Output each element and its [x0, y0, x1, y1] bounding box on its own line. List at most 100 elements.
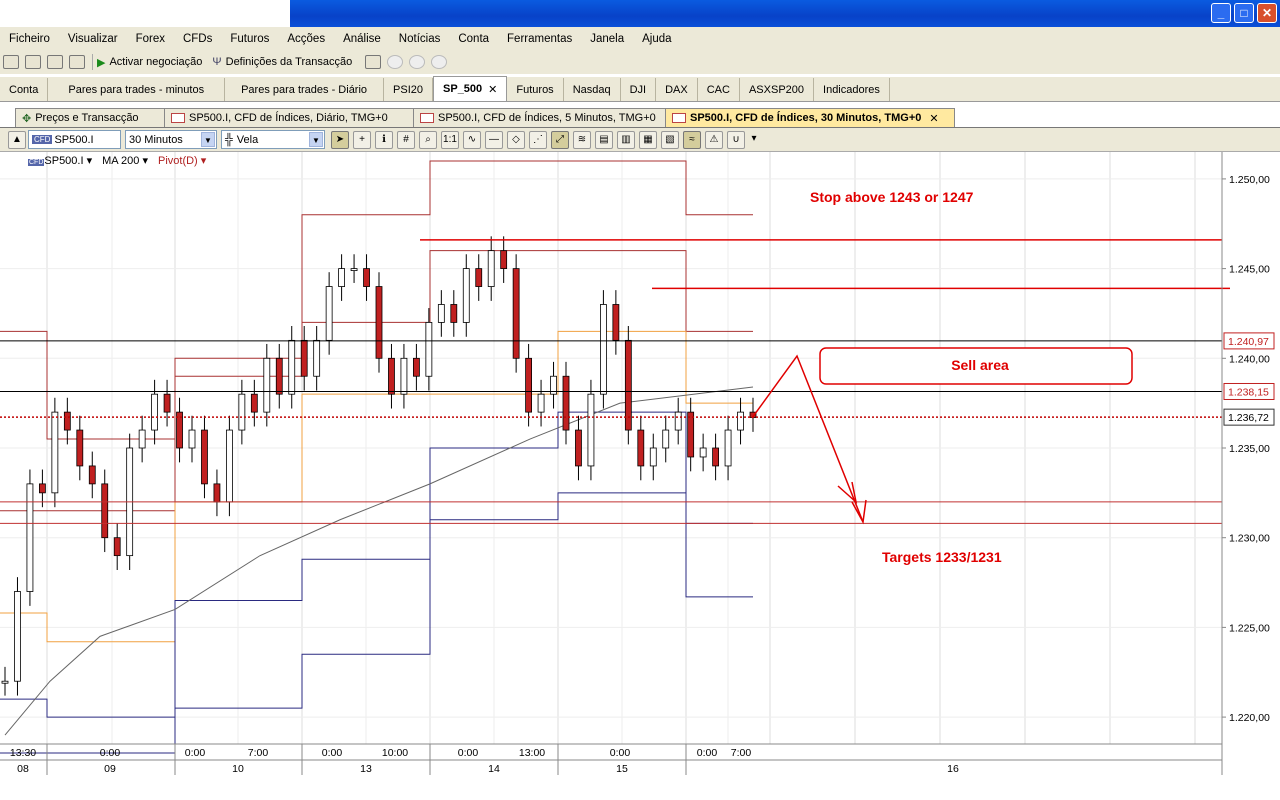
back-icon[interactable] — [387, 55, 404, 69]
tab-pares-diario[interactable]: Pares para trades - Diário — [225, 78, 385, 101]
candle-body — [14, 591, 21, 682]
menu-ferramentas[interactable]: Ferramentas — [498, 33, 581, 45]
ratio-icon[interactable]: 1:1 — [441, 130, 459, 149]
targets-annotation: Targets 1233/1231 — [882, 549, 1002, 565]
candle-body — [462, 268, 470, 323]
tab-conta[interactable]: Conta — [0, 78, 49, 101]
close-button[interactable]: ✕ — [1257, 3, 1277, 23]
legend-symbol[interactable]: CFDSP500.I ▾ — [28, 154, 92, 167]
y-tick-label: 1.225,00 — [1229, 622, 1270, 634]
legend-ma[interactable]: MA 200 ▾ — [102, 154, 148, 167]
eraser-icon[interactable]: ◇ — [507, 130, 525, 149]
grid-icon[interactable]: # — [397, 130, 415, 149]
candle-body — [388, 357, 395, 395]
menu-forex[interactable]: Forex — [127, 33, 174, 45]
menu-ficheiro[interactable]: Ficheiro — [0, 33, 59, 45]
chevron-down-icon: ▼ — [201, 132, 215, 147]
tab-psi20[interactable]: PSI20 — [384, 78, 434, 101]
menu-cfds[interactable]: CFDs — [174, 33, 221, 45]
print-icon[interactable] — [69, 55, 85, 69]
tab-futuros[interactable]: Futuros — [507, 78, 564, 101]
template3-icon[interactable]: ▦ — [639, 130, 657, 149]
open-folder-icon[interactable] — [3, 55, 19, 69]
activate-trading-button[interactable]: ▶ Activar negociação — [97, 56, 202, 69]
tab-dji[interactable]: DJI — [621, 78, 657, 101]
collapse-up-icon[interactable]: ▲ — [8, 130, 26, 149]
symbol-field[interactable]: CFD SP500.I — [28, 130, 121, 149]
info-icon[interactable]: ℹ — [375, 130, 393, 149]
play-icon: ▶ — [97, 56, 106, 69]
menu-conta[interactable]: Conta — [449, 33, 498, 45]
check-icon[interactable] — [365, 55, 382, 69]
chart-tab-5min[interactable]: SP500.I, CFD de Índices, 5 Minutos, TMG+… — [413, 108, 666, 127]
candle-body — [512, 268, 520, 359]
transaction-settings-button[interactable]: Ψ Definições da Transacção — [212, 56, 352, 68]
date-label: 08 — [17, 763, 29, 775]
menu-ajuda[interactable]: Ajuda — [633, 33, 680, 45]
menu-accoes[interactable]: Acções — [278, 33, 334, 45]
time-label: 7:00 — [731, 747, 752, 759]
tab-sp500[interactable]: SP_500 ✕ — [433, 76, 508, 101]
candle-body — [288, 339, 296, 395]
tab-pares-minutos[interactable]: Pares para trades - minutos — [48, 78, 226, 101]
status-bar — [0, 776, 1280, 800]
chart-icon — [672, 113, 686, 123]
fib-icon[interactable]: ≋ — [573, 130, 591, 149]
menu-visualizar[interactable]: Visualizar — [59, 33, 127, 45]
chart-tab-precos[interactable]: ✥ Preços e Transacção — [15, 108, 165, 127]
template2-icon[interactable]: ▥ — [617, 130, 635, 149]
zoom-icon[interactable]: ⌕ — [419, 130, 437, 149]
tab-asxsp200[interactable]: ASXSP200 — [740, 78, 815, 101]
menu-noticias[interactable]: Notícias — [390, 33, 450, 45]
chart-tab-30min[interactable]: SP500.I, CFD de Índices, 30 Minutos, TMG… — [665, 108, 955, 127]
magnet-icon[interactable]: ∪ — [727, 130, 745, 149]
forward-icon[interactable] — [409, 55, 426, 69]
alert-icon[interactable]: ⚠ — [705, 130, 723, 149]
template4-icon[interactable]: ▧ — [661, 130, 679, 149]
interval-value: 30 Minutos — [129, 133, 183, 146]
trendline-icon[interactable]: ⤢ — [551, 130, 569, 149]
tab-cac[interactable]: CAC — [698, 78, 740, 101]
candle-body — [400, 357, 408, 395]
price-marker-label: 1.236,72 — [1228, 412, 1269, 424]
pattern-icon[interactable]: ⋰ — [529, 130, 547, 149]
save-icon[interactable] — [25, 55, 41, 69]
menu-analise[interactable]: Análise — [334, 33, 390, 45]
tab-indicadores[interactable]: Indicadores — [814, 78, 890, 101]
chart-legend: CFDSP500.I ▾ MA 200 ▾ Pivot(D) ▾ — [28, 154, 206, 167]
crosshair-icon[interactable]: + — [353, 130, 371, 149]
main-toolbar: ▶ Activar negociação Ψ Definições da Trans… — [0, 50, 1280, 74]
time-label: 0:00 — [100, 747, 121, 759]
more-icon[interactable]: ▾ — [749, 131, 759, 149]
candle-body — [101, 483, 109, 539]
candle-body — [450, 304, 458, 323]
menu-janela[interactable]: Janela — [581, 33, 633, 45]
date-label: 16 — [947, 763, 959, 775]
minimize-button[interactable]: _ — [1211, 3, 1231, 23]
price-chart[interactable]: 1.220,00 1.225,00 1.230,00 1.235,00 1.240,00… — [0, 152, 1280, 775]
indicator-icon[interactable]: ∿ — [463, 130, 481, 149]
chart-tab-diario[interactable]: SP500.I, CFD de Índices, Diário, TMG+0 — [164, 108, 414, 127]
y-axis: 1.220,00 1.225,00 1.230,00 1.235,00 1.240,00… — [1221, 152, 1275, 775]
legend-pivot[interactable]: Pivot(D) ▾ — [158, 154, 206, 167]
chart-type-select[interactable]: ╬ Vela ▼ — [221, 130, 325, 149]
settings-icon: Ψ — [212, 56, 222, 68]
refresh-icon[interactable] — [431, 55, 448, 69]
candle-body — [575, 429, 582, 467]
line-tool-icon[interactable]: — — [485, 130, 503, 149]
cursor-icon[interactable]: ➤ — [331, 130, 349, 149]
close-tab-icon[interactable]: ✕ — [488, 83, 497, 96]
maximize-button[interactable]: □ — [1234, 3, 1254, 23]
symbol-value: SP500.I — [54, 133, 94, 146]
menu-futuros[interactable]: Futuros — [221, 33, 278, 45]
candle-body — [26, 483, 34, 592]
template-icon[interactable]: ▤ — [595, 130, 613, 149]
save-all-icon[interactable] — [47, 55, 63, 69]
y-tick-label: 1.250,00 — [1229, 174, 1270, 186]
tab-sp500-label: SP_500 — [443, 83, 483, 95]
wave-icon[interactable]: ≈ — [683, 130, 701, 149]
interval-select[interactable]: 30 Minutos ▼ — [125, 130, 217, 149]
tab-dax[interactable]: DAX — [656, 78, 698, 101]
close-tab-icon[interactable]: ✕ — [929, 112, 938, 125]
tab-nasdaq[interactable]: Nasdaq — [564, 78, 621, 101]
